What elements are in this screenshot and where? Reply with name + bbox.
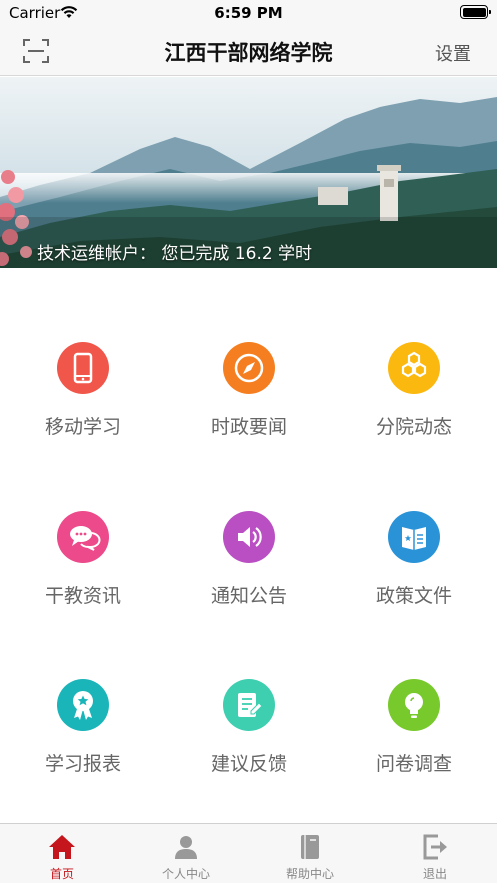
policy-book-icon bbox=[388, 511, 440, 563]
award-badge-icon bbox=[57, 679, 109, 731]
tab-help-center[interactable]: 帮助中心 bbox=[248, 824, 372, 883]
lightbulb-icon bbox=[388, 679, 440, 731]
grid-item-questionnaire[interactable]: 问卷调查 bbox=[331, 679, 497, 809]
user-icon bbox=[175, 836, 197, 859]
feature-grid: 移动学习 时政要闻 分院动态 干教资讯 通知公告 政策文件 学习报表 建议反馈 … bbox=[0, 268, 497, 823]
grid-label: 问卷调查 bbox=[375, 753, 452, 775]
grid-label: 建议反馈 bbox=[210, 753, 287, 775]
grid-item-cadre-news[interactable]: 干教资讯 bbox=[0, 511, 166, 641]
grid-item-branch-news[interactable]: 分院动态 bbox=[331, 342, 497, 472]
grid-item-announcements[interactable]: 通知公告 bbox=[166, 511, 332, 641]
grid-label: 学习报表 bbox=[44, 753, 121, 775]
tab-logout[interactable]: 退出 bbox=[373, 824, 497, 883]
tab-bar: 首页 个人中心 帮助中心 退出 bbox=[0, 823, 497, 883]
tab-label: 首页 bbox=[49, 867, 74, 881]
chat-bubbles-icon bbox=[57, 511, 109, 563]
tab-label: 帮助中心 bbox=[285, 867, 334, 881]
tab-label: 个人中心 bbox=[161, 867, 210, 881]
page-title: 江西干部网络学院 bbox=[164, 41, 333, 65]
grid-label: 移动学习 bbox=[44, 416, 121, 438]
nav-bar: 江西干部网络学院 设置 bbox=[0, 26, 497, 76]
status-bar: Carrier 6:59 PM bbox=[0, 0, 497, 26]
grid-label: 干教资讯 bbox=[44, 585, 121, 607]
grid-item-mobile-learning[interactable]: 移动学习 bbox=[0, 342, 166, 472]
banner[interactable]: 技术运维帐户： 您已完成 16.2 学时 bbox=[0, 77, 497, 268]
speaker-icon bbox=[223, 511, 275, 563]
grid-label: 分院动态 bbox=[375, 416, 452, 438]
grid-item-suggestions[interactable]: 建议反馈 bbox=[166, 679, 332, 809]
hexagons-icon bbox=[388, 342, 440, 394]
tab-home[interactable]: 首页 bbox=[0, 824, 124, 883]
battery-icon bbox=[460, 5, 491, 19]
clock-label: 6:59 PM bbox=[214, 4, 283, 22]
tab-label: 退出 bbox=[422, 867, 447, 881]
grid-label: 时政要闻 bbox=[210, 416, 287, 438]
home-icon bbox=[49, 835, 75, 859]
help-book-icon bbox=[301, 835, 319, 859]
grid-item-current-affairs[interactable]: 时政要闻 bbox=[166, 342, 332, 472]
feedback-note-icon bbox=[223, 679, 275, 731]
tab-personal-center[interactable]: 个人中心 bbox=[124, 824, 248, 883]
logout-icon bbox=[423, 834, 447, 860]
grid-item-study-report[interactable]: 学习报表 bbox=[0, 679, 166, 809]
grid-label: 通知公告 bbox=[210, 585, 287, 607]
mobile-phone-icon bbox=[57, 342, 109, 394]
settings-button[interactable]: 设置 bbox=[435, 40, 471, 66]
grid-label: 政策文件 bbox=[375, 585, 452, 607]
grid-item-policy-documents[interactable]: 政策文件 bbox=[331, 511, 497, 641]
compass-icon bbox=[223, 342, 275, 394]
study-hours-caption: 技术运维帐户： 您已完成 16.2 学时 bbox=[37, 244, 313, 264]
